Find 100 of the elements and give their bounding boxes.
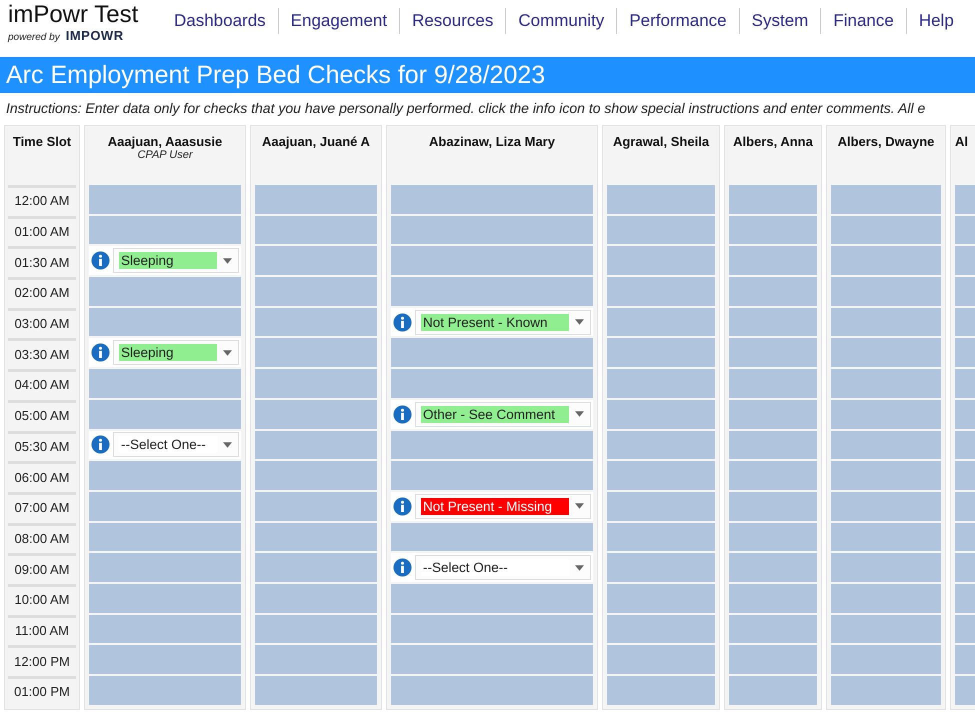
empty-check-cell[interactable] [607, 676, 715, 705]
empty-check-cell[interactable] [607, 277, 715, 306]
empty-check-cell[interactable] [831, 308, 941, 336]
empty-check-cell[interactable] [831, 522, 941, 552]
empty-check-cell[interactable] [729, 553, 817, 582]
status-dropdown[interactable]: Sleeping [113, 340, 239, 366]
empty-check-cell[interactable] [729, 492, 817, 521]
nav-link[interactable]: Help [906, 8, 966, 34]
empty-check-cell[interactable] [729, 614, 817, 644]
empty-check-cell[interactable] [255, 676, 377, 705]
empty-check-cell[interactable] [729, 369, 817, 398]
empty-check-cell[interactable] [607, 614, 715, 644]
empty-check-cell[interactable] [89, 645, 241, 674]
nav-link[interactable]: Community [505, 8, 616, 34]
empty-check-cell[interactable] [607, 461, 715, 490]
empty-check-cell[interactable] [255, 430, 377, 460]
empty-check-cell[interactable] [831, 584, 941, 613]
empty-check-cell[interactable] [255, 614, 377, 644]
empty-check-cell[interactable] [729, 338, 817, 368]
empty-check-cell[interactable] [831, 185, 941, 214]
nav-link[interactable]: Engagement [278, 8, 400, 34]
info-icon[interactable] [393, 496, 412, 516]
info-icon[interactable] [91, 435, 110, 454]
empty-check-cell[interactable] [831, 461, 941, 490]
empty-check-cell[interactable] [255, 216, 377, 244]
empty-check-cell[interactable] [391, 216, 593, 244]
empty-check-cell[interactable] [607, 216, 715, 244]
empty-check-cell[interactable] [729, 522, 817, 552]
empty-check-cell[interactable] [607, 492, 715, 521]
empty-check-cell[interactable] [391, 430, 593, 460]
nav-link[interactable]: Finance [820, 8, 906, 34]
empty-check-cell[interactable] [729, 185, 817, 214]
nav-link[interactable]: Resources [399, 8, 506, 34]
empty-check-cell[interactable] [89, 369, 241, 398]
empty-check-cell[interactable] [255, 308, 377, 336]
empty-check-cell[interactable] [391, 277, 593, 306]
status-dropdown[interactable]: Other - See Comment [415, 402, 591, 427]
empty-check-cell[interactable] [831, 614, 941, 644]
empty-check-cell[interactable] [607, 308, 715, 336]
empty-check-cell[interactable] [391, 461, 593, 490]
empty-check-cell[interactable] [831, 369, 941, 398]
empty-check-cell[interactable] [89, 308, 241, 336]
empty-check-cell[interactable] [729, 430, 817, 460]
empty-check-cell[interactable] [391, 338, 593, 368]
empty-check-cell[interactable] [607, 338, 715, 368]
empty-check-cell[interactable] [89, 676, 241, 705]
empty-check-cell[interactable] [729, 246, 817, 276]
empty-check-cell[interactable] [831, 492, 941, 521]
info-icon[interactable] [393, 404, 412, 424]
empty-check-cell[interactable] [831, 645, 941, 674]
empty-check-cell[interactable] [729, 584, 817, 613]
empty-check-cell[interactable] [607, 430, 715, 460]
empty-check-cell[interactable] [89, 185, 241, 214]
empty-check-cell[interactable] [831, 246, 941, 276]
empty-check-cell[interactable] [89, 522, 241, 552]
empty-check-cell[interactable] [607, 645, 715, 674]
info-icon[interactable] [393, 312, 412, 332]
empty-check-cell[interactable] [607, 369, 715, 398]
nav-link[interactable]: Performance [616, 8, 739, 34]
info-icon[interactable] [91, 343, 110, 362]
empty-check-cell[interactable] [607, 522, 715, 552]
empty-check-cell[interactable] [831, 400, 941, 428]
empty-check-cell[interactable] [255, 400, 377, 428]
empty-check-cell[interactable] [391, 676, 593, 705]
empty-check-cell[interactable] [831, 553, 941, 582]
empty-check-cell[interactable] [831, 676, 941, 705]
status-dropdown[interactable]: --Select One-- [415, 555, 591, 580]
status-dropdown[interactable]: Not Present - Missing [415, 494, 591, 519]
empty-check-cell[interactable] [391, 584, 593, 613]
empty-check-cell[interactable] [729, 277, 817, 306]
empty-check-cell[interactable] [729, 461, 817, 490]
empty-check-cell[interactable] [255, 338, 377, 368]
info-icon[interactable] [393, 558, 412, 578]
empty-check-cell[interactable] [255, 369, 377, 398]
empty-check-cell[interactable] [89, 584, 241, 613]
empty-check-cell[interactable] [831, 430, 941, 460]
empty-check-cell[interactable] [255, 461, 377, 490]
empty-check-cell[interactable] [255, 522, 377, 552]
empty-check-cell[interactable] [255, 645, 377, 674]
empty-check-cell[interactable] [831, 277, 941, 306]
empty-check-cell[interactable] [729, 308, 817, 336]
empty-check-cell[interactable] [255, 492, 377, 521]
empty-check-cell[interactable] [607, 400, 715, 428]
nav-link[interactable]: Dashboards [168, 8, 278, 34]
empty-check-cell[interactable] [607, 584, 715, 613]
empty-check-cell[interactable] [391, 246, 593, 276]
empty-check-cell[interactable] [831, 216, 941, 244]
empty-check-cell[interactable] [89, 216, 241, 244]
status-dropdown[interactable]: Sleeping [113, 248, 239, 274]
empty-check-cell[interactable] [255, 277, 377, 306]
empty-check-cell[interactable] [89, 400, 241, 428]
empty-check-cell[interactable] [89, 553, 241, 582]
empty-check-cell[interactable] [607, 185, 715, 214]
nav-link[interactable]: System [738, 8, 820, 34]
empty-check-cell[interactable] [255, 553, 377, 582]
empty-check-cell[interactable] [607, 246, 715, 276]
status-dropdown[interactable]: Not Present - Known [415, 310, 591, 335]
status-dropdown[interactable]: --Select One-- [113, 432, 239, 458]
empty-check-cell[interactable] [391, 614, 593, 644]
empty-check-cell[interactable] [391, 522, 593, 552]
